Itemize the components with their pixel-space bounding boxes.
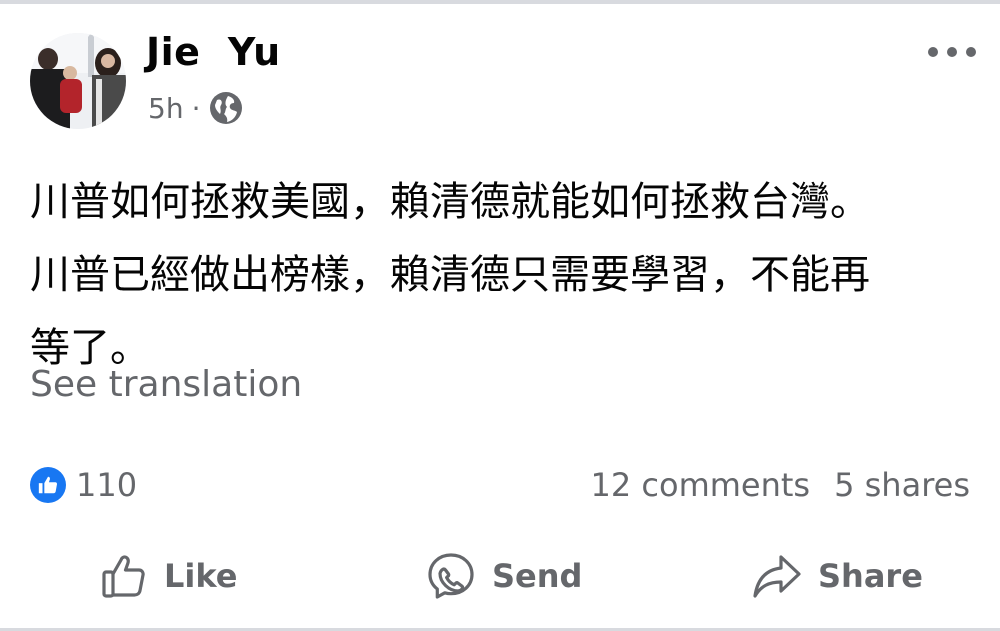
thumbs-up-icon <box>30 467 66 503</box>
post-text-line: 川普如何拯救美國，賴清德就能如何拯救台灣。 <box>30 179 870 225</box>
see-translation-link[interactable]: See translation <box>30 364 302 405</box>
thumbs-up-outline-icon <box>100 552 148 600</box>
meta-separator: · <box>191 91 201 125</box>
globe-icon <box>208 90 244 126</box>
reaction-summary[interactable]: 110 <box>30 463 137 507</box>
avatar[interactable] <box>30 33 126 129</box>
comments-count[interactable]: 12 comments <box>591 466 811 504</box>
author-name[interactable]: Jie Yu <box>146 30 281 74</box>
post-meta: 5h · <box>148 88 244 128</box>
send-button[interactable]: Send <box>426 546 582 606</box>
reaction-count: 110 <box>76 466 138 504</box>
post-text-line: 川普已經做出榜樣，賴清德只需要學習，不能再 <box>30 252 870 298</box>
messenger-icon <box>426 551 476 601</box>
share-label: Share <box>818 557 923 595</box>
more-options-icon[interactable] <box>928 40 976 64</box>
send-label: Send <box>492 557 583 595</box>
share-button[interactable]: Share <box>752 546 923 606</box>
engagement-stats: 12 comments 5 shares <box>591 463 971 507</box>
like-button[interactable]: Like <box>100 546 237 606</box>
top-divider <box>0 0 1000 4</box>
post-text: 川普如何拯救美國，賴清德就能如何拯救台灣。 川普已經做出榜樣，賴清德只需要學習，… <box>30 166 975 385</box>
post-time[interactable]: 5h <box>148 92 184 125</box>
shares-count[interactable]: 5 shares <box>834 466 970 504</box>
share-arrow-icon <box>752 552 802 600</box>
like-label: Like <box>164 557 238 595</box>
